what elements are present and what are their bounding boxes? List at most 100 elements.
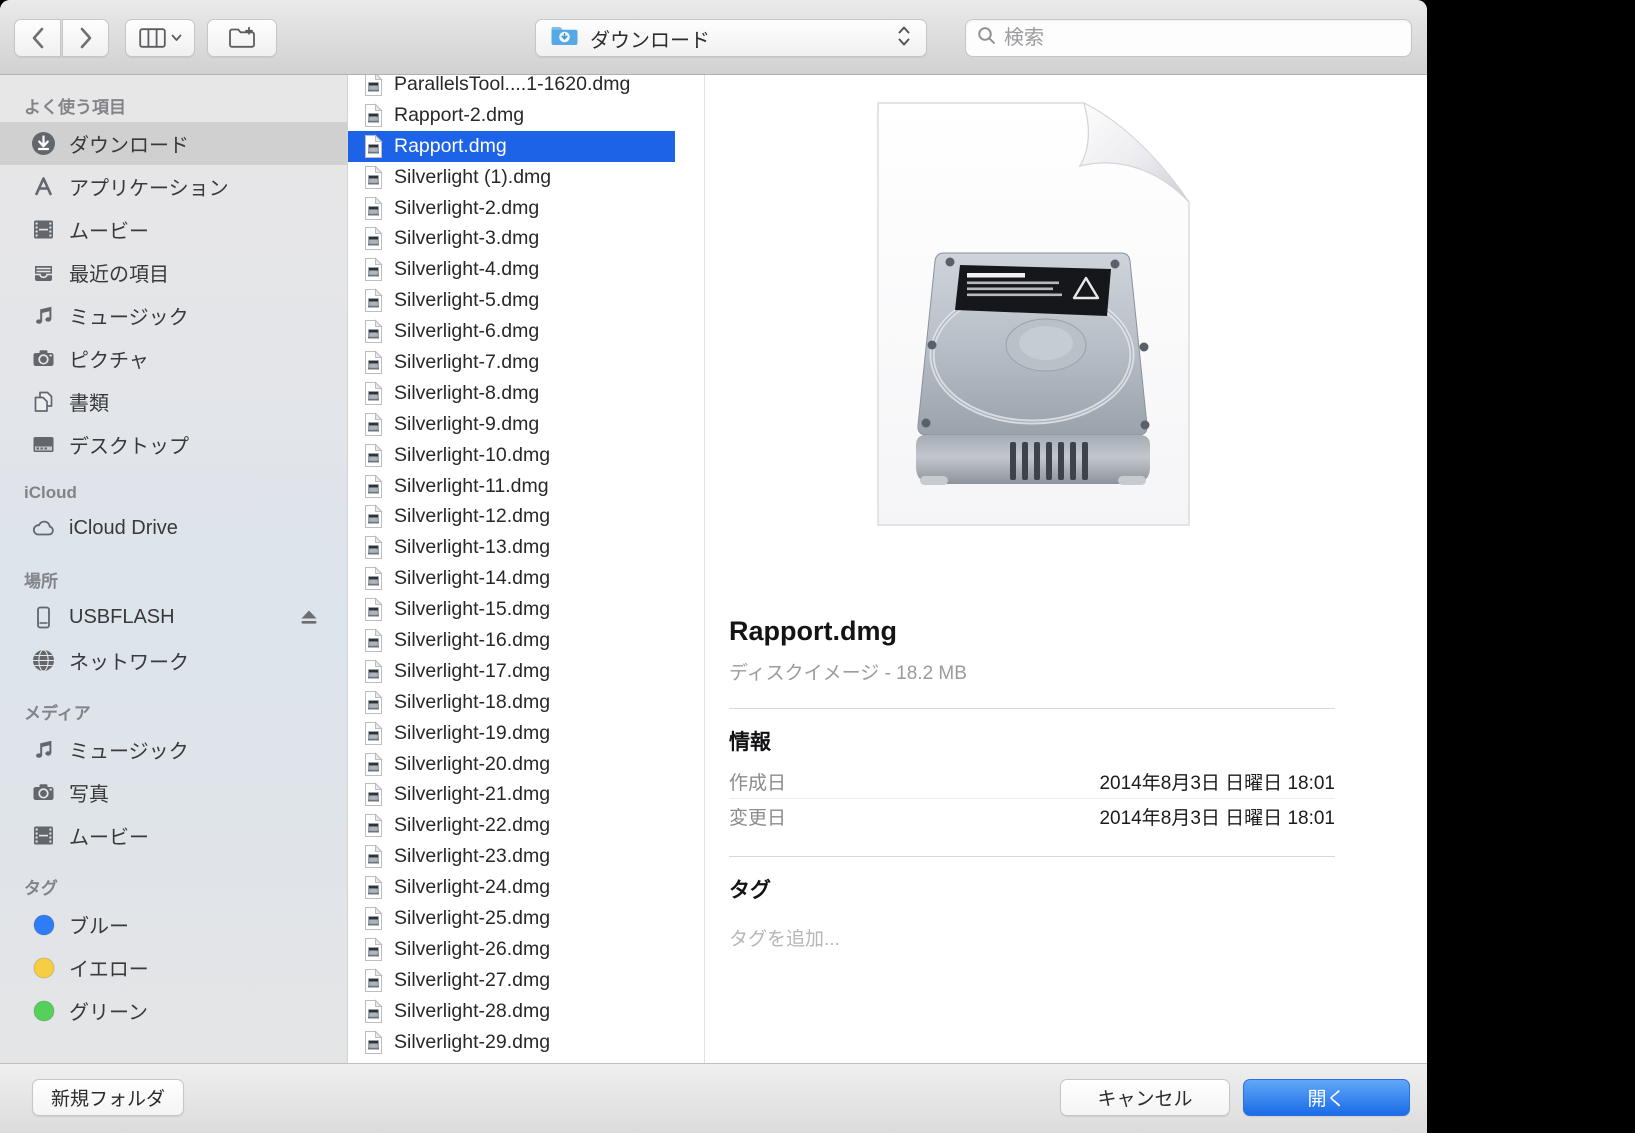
tags-add-placeholder[interactable]: タグを追加...	[729, 924, 1335, 951]
file-row[interactable]: Silverlight-19.dmg	[348, 718, 675, 749]
view-mode-button[interactable]	[125, 19, 195, 57]
file-name: Silverlight-17.dmg	[394, 660, 550, 683]
file-name: Rapport-2.dmg	[394, 104, 524, 127]
file-row[interactable]: Silverlight-2.dmg	[348, 193, 675, 224]
dmg-file-icon	[363, 288, 384, 313]
eject-icon[interactable]	[297, 606, 321, 630]
sidebar-item-pictures[interactable]: ピクチャ	[0, 337, 347, 380]
updown-chevrons-icon	[896, 24, 912, 53]
dmg-file-icon	[363, 226, 384, 251]
file-row[interactable]: Silverlight-14.dmg	[348, 563, 675, 594]
file-row[interactable]: Silverlight-15.dmg	[348, 594, 675, 625]
music-icon	[30, 736, 57, 763]
file-row[interactable]: Silverlight-7.dmg	[348, 347, 675, 378]
sidebar-item-media-music[interactable]: ミュージック	[0, 728, 347, 771]
file-row[interactable]: Silverlight-24.dmg	[348, 872, 675, 903]
sidebar-item-label: ブルー	[69, 910, 129, 939]
location-dropdown[interactable]: ダウンロード	[535, 19, 927, 57]
file-row[interactable]: Silverlight-13.dmg	[348, 532, 675, 563]
file-row[interactable]: Silverlight-5.dmg	[348, 285, 675, 316]
dmg-file-icon	[363, 999, 384, 1024]
sidebar-item-label: ネットワーク	[69, 646, 189, 675]
open-button[interactable]: 開く	[1243, 1079, 1410, 1116]
dmg-preview-icon	[860, 95, 1205, 538]
movies-icon	[30, 822, 57, 849]
forward-button[interactable]	[62, 19, 109, 57]
external-drive-icon	[30, 604, 57, 631]
file-row[interactable]: Silverlight-10.dmg	[348, 440, 675, 471]
file-row[interactable]: Silverlight-11.dmg	[348, 471, 675, 502]
file-row[interactable]: Silverlight-28.dmg	[348, 996, 675, 1027]
file-list-pane: ParallelsTool....1-1620.dmg Rapport-2.dmg…	[348, 75, 705, 1063]
file-row[interactable]: Silverlight-16.dmg	[348, 625, 675, 656]
file-name: Silverlight-21.dmg	[394, 783, 550, 806]
dmg-file-icon	[363, 103, 384, 128]
search-field[interactable]	[965, 19, 1412, 57]
new-folder-button[interactable]: 新規フォルダ	[32, 1079, 184, 1116]
file-row[interactable]: Silverlight-26.dmg	[348, 934, 675, 965]
sidebar-item-tag-blue[interactable]: ブルー	[0, 903, 347, 946]
sidebar-item-icloud-drive[interactable]: iCloud Drive	[0, 507, 347, 550]
sidebar-item-network[interactable]: ネットワーク	[0, 639, 347, 682]
file-row[interactable]: Silverlight-6.dmg	[348, 316, 675, 347]
sidebar-item-label: イエロー	[69, 953, 149, 982]
dmg-file-icon	[363, 443, 384, 468]
file-name: Silverlight-29.dmg	[394, 1031, 550, 1054]
file-row[interactable]: Silverlight-8.dmg	[348, 378, 675, 409]
sidebar-item-documents[interactable]: 書類	[0, 380, 347, 423]
recents-icon	[30, 259, 57, 286]
file-name: Silverlight-13.dmg	[394, 536, 550, 559]
icloud-icon	[30, 515, 57, 542]
sidebar-item-music[interactable]: ミュージック	[0, 294, 347, 337]
sidebar-item-desktop[interactable]: デスクトップ	[0, 423, 347, 466]
sidebar-item-label: ピクチャ	[69, 344, 149, 373]
file-row[interactable]: Silverlight-23.dmg	[348, 841, 675, 872]
file-name: Silverlight-19.dmg	[394, 722, 550, 745]
file-row[interactable]: Rapport-2.dmg	[348, 100, 675, 131]
file-row[interactable]: Silverlight-20.dmg	[348, 749, 675, 780]
sidebar-item-usbflash[interactable]: USBFLASH	[0, 596, 347, 639]
sidebar-section-title: メディア	[24, 699, 347, 724]
dmg-file-icon	[363, 535, 384, 560]
sidebar-item-downloads[interactable]: ダウンロード	[0, 122, 347, 165]
location-dropdown-label: ダウンロード	[590, 24, 885, 53]
dmg-file-icon	[363, 412, 384, 437]
sidebar-item-recents[interactable]: 最近の項目	[0, 251, 347, 294]
file-name: Silverlight-16.dmg	[394, 629, 550, 652]
sidebar-item-label: 書類	[69, 387, 109, 416]
file-row[interactable]: Silverlight-18.dmg	[348, 687, 675, 718]
sidebar-item-applications[interactable]: アプリケーション	[0, 165, 347, 208]
file-row[interactable]: Silverlight-9.dmg	[348, 409, 675, 440]
search-input[interactable]	[1004, 27, 1401, 50]
file-row[interactable]: Silverlight-22.dmg	[348, 810, 675, 841]
file-row[interactable]: Silverlight-12.dmg	[348, 501, 675, 532]
file-row[interactable]: Silverlight (1).dmg	[348, 162, 675, 193]
cancel-button[interactable]: キャンセル	[1060, 1079, 1230, 1116]
file-name: Silverlight-14.dmg	[394, 567, 550, 590]
file-row[interactable]: Silverlight-3.dmg	[348, 223, 675, 254]
sidebar-section-title: iCloud	[24, 483, 347, 503]
dmg-file-icon	[363, 721, 384, 746]
file-row[interactable]: Silverlight-17.dmg	[348, 656, 675, 687]
file-row[interactable]: Rapport.dmg	[348, 131, 675, 162]
file-row[interactable]: Silverlight-21.dmg	[348, 779, 675, 810]
sidebar-item-label: グリーン	[69, 996, 148, 1025]
file-name: Silverlight-27.dmg	[394, 969, 550, 992]
file-name: Silverlight-2.dmg	[394, 197, 539, 220]
file-row[interactable]: Silverlight-25.dmg	[348, 903, 675, 934]
file-row[interactable]: Silverlight-29.dmg	[348, 1027, 675, 1058]
file-name: Silverlight-11.dmg	[394, 475, 549, 498]
file-row[interactable]: ParallelsTool....1-1620.dmg	[348, 75, 675, 100]
sidebar-item-media-movies[interactable]: ムービー	[0, 814, 347, 857]
info-row-label: 変更日	[729, 803, 1099, 830]
back-button[interactable]	[14, 19, 61, 57]
sidebar-item-movies[interactable]: ムービー	[0, 208, 347, 251]
file-name: Silverlight-7.dmg	[394, 351, 539, 374]
toolbar-new-folder-button[interactable]	[207, 19, 277, 57]
file-name: Silverlight-20.dmg	[394, 753, 550, 776]
sidebar-item-tag-yellow[interactable]: イエロー	[0, 946, 347, 989]
file-row[interactable]: Silverlight-27.dmg	[348, 965, 675, 996]
sidebar-item-media-photos[interactable]: 写真	[0, 771, 347, 814]
sidebar-item-tag-green[interactable]: グリーン	[0, 989, 347, 1032]
file-row[interactable]: Silverlight-4.dmg	[348, 254, 675, 285]
